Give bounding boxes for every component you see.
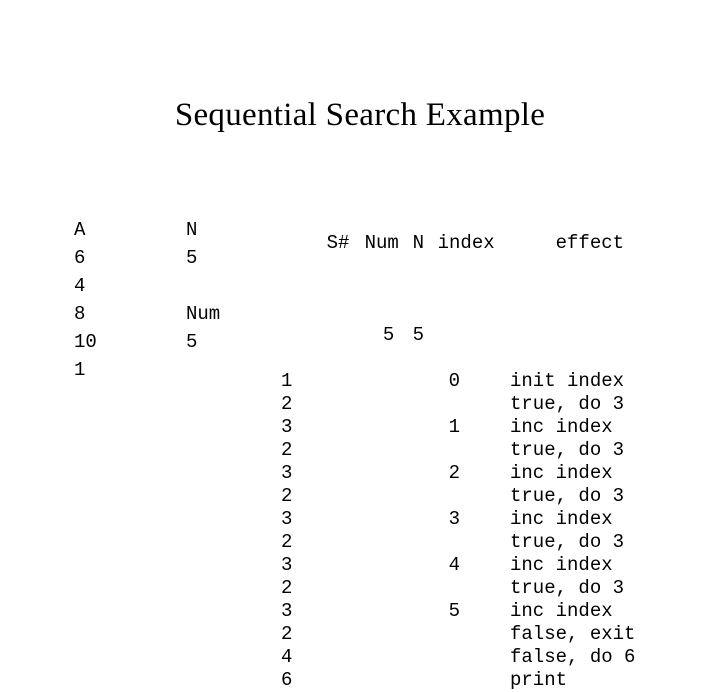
table-row: 3 1 inc index <box>281 416 635 439</box>
cell-effect: true, do 3 <box>510 531 625 553</box>
initial-n: 5 <box>412 324 425 346</box>
cell-step: 2 <box>281 531 293 553</box>
cell-step: 2 <box>281 485 293 507</box>
cell-effect: true, do 3 <box>510 439 625 461</box>
cell-step: 6 <box>281 669 293 691</box>
table-row: 3 3 inc index <box>281 508 635 531</box>
cell-effect: inc index <box>510 600 613 622</box>
table-row: 4 false, do 6 <box>281 646 635 669</box>
table-row: 2 false, exit <box>281 623 635 646</box>
cell-effect: init index <box>510 370 625 392</box>
array-row: AN <box>74 216 220 244</box>
cell-index: 1 <box>448 416 460 438</box>
column-header-num: Num <box>364 232 399 254</box>
cell-index: 3 <box>448 508 460 530</box>
array-row: 10 5 <box>74 328 220 356</box>
table-row: 6 print <box>281 669 635 692</box>
table-initial-values-row: 55 <box>281 301 635 346</box>
array-row: 4 <box>74 272 220 300</box>
cell-effect: true, do 3 <box>510 577 625 599</box>
cell-index: 0 <box>448 370 460 392</box>
table-row: 2 true, do 3 <box>281 577 635 600</box>
cell-effect: true, do 3 <box>510 393 625 415</box>
column-header-index: index <box>437 232 495 254</box>
table-row: 2 true, do 3 <box>281 531 635 554</box>
cell-effect: inc index <box>510 462 613 484</box>
cell-effect: inc index <box>510 508 613 530</box>
cell-step: 2 <box>281 439 293 461</box>
column-header-effect: effect <box>555 232 625 254</box>
cell-effect: false, do 6 <box>510 646 636 668</box>
cell-effect: print <box>510 669 568 691</box>
array-cell-a: 10 <box>74 331 97 353</box>
initial-num: 5 <box>382 324 395 346</box>
variable-cell-n: 5 <box>186 331 198 353</box>
table-row: 2 true, do 3 <box>281 393 635 416</box>
variable-cell-n: N <box>186 219 198 241</box>
page-title: Sequential Search Example <box>174 97 546 134</box>
array-cell-a: A <box>74 219 86 241</box>
execution-trace-table: S# Num Nindex effect 55 1 0 init index 2 true, … <box>281 140 635 692</box>
array-cell-a: 6 <box>74 247 86 269</box>
array-row: 1 <box>74 356 220 384</box>
variable-cell-n: Num <box>186 303 221 325</box>
table-row: 2 true, do 3 <box>281 485 635 508</box>
array-cell-a: 4 <box>74 275 86 297</box>
cell-step: 4 <box>281 646 293 668</box>
cell-step: 3 <box>281 462 293 484</box>
cell-step: 3 <box>281 416 293 438</box>
cell-index: 5 <box>448 600 460 622</box>
array-cell-a: 1 <box>74 359 86 381</box>
cell-step: 1 <box>281 370 293 392</box>
column-header-step: S# <box>326 232 350 254</box>
column-header-n: N <box>412 232 425 254</box>
array-row: 65 <box>74 244 220 272</box>
cell-step: 3 <box>281 508 293 530</box>
table-header-row: S# Num Nindex effect <box>281 209 635 254</box>
cell-effect: inc index <box>510 416 613 438</box>
table-row: 3 4 inc index <box>281 554 635 577</box>
cell-step: 3 <box>281 554 293 576</box>
table-row: 3 5 inc index <box>281 600 635 623</box>
table-row: 2 true, do 3 <box>281 439 635 462</box>
cell-step: 2 <box>281 623 293 645</box>
array-cell-a: 8 <box>74 303 86 325</box>
table-row: 1 0 init index <box>281 370 635 393</box>
cell-effect: true, do 3 <box>510 485 625 507</box>
array-row: 8 Num <box>74 300 220 328</box>
array-variable-block: A N 6 5 4 8 Num 10 5 1 <box>74 160 220 384</box>
variable-cell-n: 5 <box>186 247 198 269</box>
cell-effect: false, exit <box>510 623 636 645</box>
cell-step: 2 <box>281 577 293 599</box>
cell-step: 3 <box>281 600 293 622</box>
cell-step: 2 <box>281 393 293 415</box>
table-row: 3 2 inc index <box>281 462 635 485</box>
cell-index: 2 <box>448 462 460 484</box>
cell-effect: inc index <box>510 554 613 576</box>
cell-index: 4 <box>448 554 460 576</box>
